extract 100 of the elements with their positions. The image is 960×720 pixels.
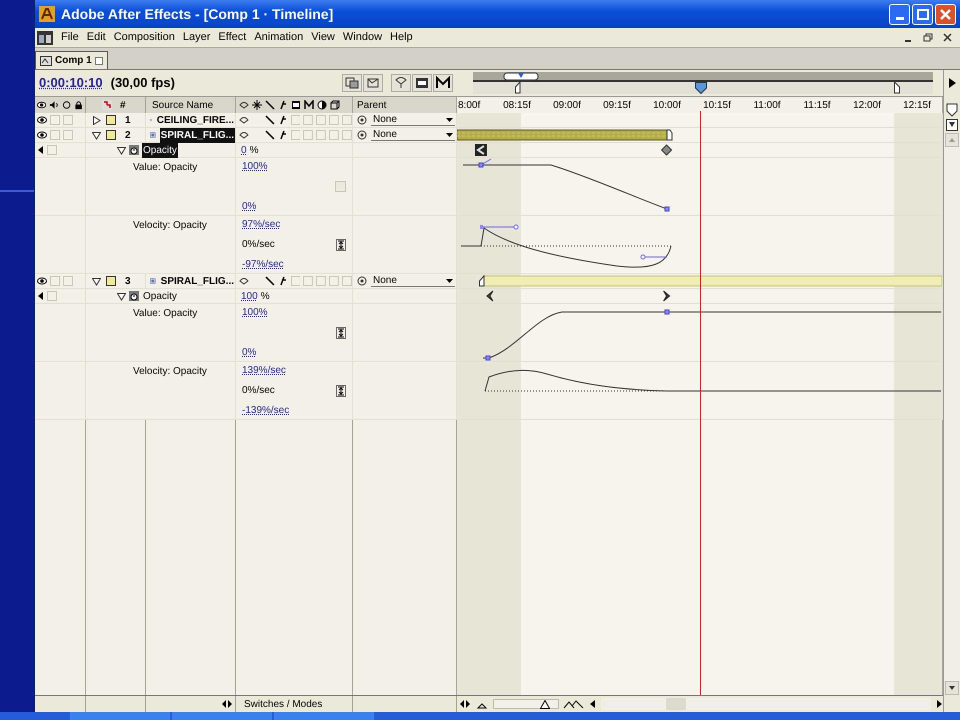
column-header[interactable]: # xyxy=(120,98,126,112)
keyframe-checkbox[interactable] xyxy=(47,291,57,301)
work-area-start-icon[interactable] xyxy=(515,82,521,94)
property-value[interactable]: 100 xyxy=(241,288,258,304)
scroll-left-icon[interactable] xyxy=(589,699,597,709)
switch-box[interactable] xyxy=(316,130,326,140)
column-header[interactable]: Source Name xyxy=(152,98,214,112)
effect-switch-icon[interactable] xyxy=(278,276,288,286)
collapsed-triangle-icon[interactable] xyxy=(92,116,101,124)
keyframe-icon[interactable] xyxy=(486,290,494,302)
column-header[interactable]: Parent xyxy=(357,98,386,112)
solo-toggle-box[interactable] xyxy=(63,130,73,140)
graph-max-value[interactable]: 100% xyxy=(242,305,268,320)
layer-name[interactable]: CEILING_FIRE... xyxy=(156,112,235,128)
expanded-triangle-icon[interactable] xyxy=(92,130,101,140)
layer-name[interactable]: SPIRAL_FLIG... xyxy=(160,274,235,288)
keyframe-checkbox[interactable] xyxy=(47,145,57,155)
frame-blend-button[interactable] xyxy=(412,74,432,92)
time-navigator[interactable] xyxy=(473,72,933,82)
audio-toggle-box[interactable] xyxy=(50,130,60,140)
zoom-slider[interactable] xyxy=(493,699,559,709)
maximize-button[interactable] xyxy=(912,4,933,24)
vertical-scrollbar[interactable] xyxy=(944,133,960,681)
motion-button[interactable] xyxy=(433,74,453,92)
restore-icon[interactable] xyxy=(922,32,934,44)
motion-blur-button[interactable] xyxy=(391,74,411,92)
switch-box[interactable] xyxy=(290,115,300,125)
tab-menu-icon[interactable] xyxy=(94,56,103,64)
stopwatch-icon[interactable] xyxy=(129,291,139,301)
close-icon[interactable] xyxy=(942,32,954,44)
timecode[interactable]: 0:00:10:10 xyxy=(39,73,103,93)
shy-switch-icon[interactable] xyxy=(239,276,249,286)
flowchart-icon[interactable] xyxy=(946,119,958,131)
menu-item[interactable]: Edit xyxy=(82,29,110,46)
parent-dropdown[interactable]: None xyxy=(371,129,455,141)
comp-tab[interactable]: Comp 1 xyxy=(35,51,108,69)
keyframe-navigator-icon[interactable] xyxy=(37,291,44,301)
comp-marker-icon[interactable] xyxy=(946,103,958,117)
switch-box[interactable] xyxy=(316,115,326,125)
menu-item[interactable]: Animation xyxy=(250,29,308,46)
eye-icon[interactable] xyxy=(37,130,47,140)
fit-graph-icon[interactable] xyxy=(336,384,346,396)
switch-box[interactable] xyxy=(342,130,352,140)
label-color-swatch[interactable] xyxy=(106,130,116,140)
label-color-swatch[interactable] xyxy=(106,276,116,286)
menu-item[interactable]: Help xyxy=(386,29,417,46)
menu-item[interactable]: File xyxy=(57,29,83,46)
scrollbar-thumb[interactable] xyxy=(666,698,686,710)
draft-3d-button[interactable] xyxy=(342,74,362,92)
menu-item[interactable]: Layer xyxy=(178,29,214,46)
solo-toggle-box[interactable] xyxy=(63,115,73,125)
fit-graph-icon[interactable] xyxy=(336,238,346,250)
wireframe-button[interactable] xyxy=(363,74,383,92)
property-value[interactable]: 0 xyxy=(241,142,247,158)
expanded-triangle-icon[interactable] xyxy=(92,276,101,286)
switch-box[interactable] xyxy=(303,276,314,286)
switch-box[interactable] xyxy=(290,130,300,140)
time-slider[interactable] xyxy=(473,82,933,94)
scroll-right-icon[interactable] xyxy=(935,699,943,709)
switch-box[interactable] xyxy=(303,115,314,125)
toggle-panes-icon[interactable] xyxy=(459,699,471,709)
quality-switch-icon[interactable] xyxy=(264,115,275,125)
graph-max-value[interactable]: 100% xyxy=(242,159,268,174)
effect-switch-icon[interactable] xyxy=(278,115,288,125)
keyframe-navigator-icon[interactable] xyxy=(37,145,44,155)
label-color-swatch[interactable] xyxy=(106,115,116,125)
effect-switch-icon[interactable] xyxy=(278,130,288,140)
graph-min-value[interactable]: 0% xyxy=(242,199,256,214)
stopwatch-icon[interactable] xyxy=(129,145,139,155)
menu-item[interactable]: Composition xyxy=(110,29,179,46)
menu-item[interactable]: Window xyxy=(338,29,386,46)
property-name[interactable]: Opacity xyxy=(142,288,178,304)
switch-box[interactable] xyxy=(329,276,340,286)
close-button[interactable] xyxy=(935,4,956,24)
switch-box[interactable] xyxy=(342,276,352,286)
eye-icon[interactable] xyxy=(37,115,47,125)
graph-min-value[interactable]: -139%/sec xyxy=(242,403,290,418)
switch-box[interactable] xyxy=(329,115,340,125)
layer-duration-bar[interactable] xyxy=(457,129,673,141)
expanded-triangle-icon[interactable] xyxy=(117,146,126,154)
switch-box[interactable] xyxy=(329,130,340,140)
zoom-in-icon[interactable] xyxy=(563,699,585,709)
zoom-slider-thumb[interactable] xyxy=(540,700,550,708)
graph-min-value[interactable]: 0% xyxy=(242,345,256,360)
layer-name[interactable]: SPIRAL_FLIG... xyxy=(160,128,235,142)
pick-whip-icon[interactable] xyxy=(357,276,367,286)
property-name[interactable]: Opacity xyxy=(142,142,178,158)
minimize-button[interactable] xyxy=(889,4,910,24)
work-area-end-icon[interactable] xyxy=(894,82,900,94)
graph-max-value[interactable]: 139%/sec xyxy=(242,363,286,378)
eye-icon[interactable] xyxy=(37,276,47,286)
solo-toggle-box[interactable] xyxy=(63,276,73,286)
graph-max-value[interactable]: 97%/sec xyxy=(242,217,280,232)
keyframe-icon[interactable] xyxy=(474,144,487,156)
parent-dropdown[interactable]: None xyxy=(371,275,455,287)
quality-switch-icon[interactable] xyxy=(264,276,275,286)
expand-right-icon[interactable] xyxy=(947,77,957,89)
audio-toggle-box[interactable] xyxy=(50,276,60,286)
horizontal-scrollbar[interactable] xyxy=(601,698,931,710)
fit-graph-icon[interactable] xyxy=(336,326,346,338)
